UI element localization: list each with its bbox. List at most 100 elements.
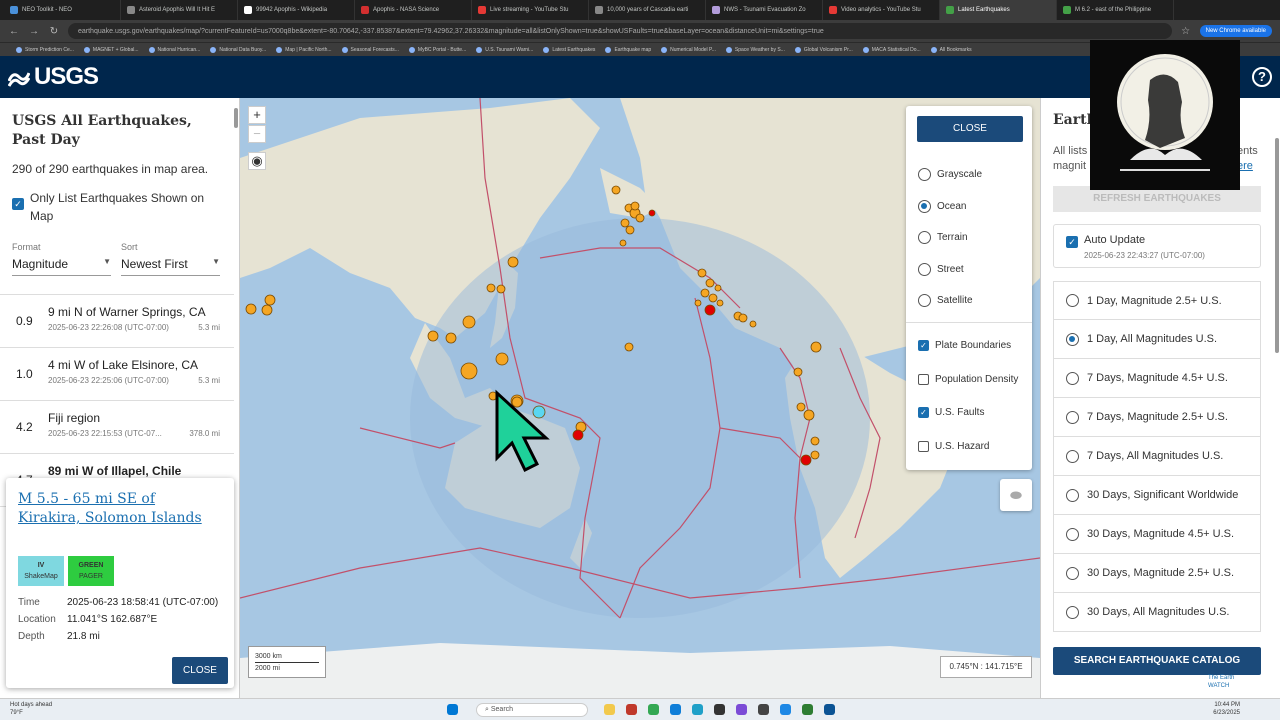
system-clock[interactable]: 10:44 PM 6/23/2025 [1213,701,1240,717]
format-select[interactable]: Format Magnitude ▼ [12,242,111,276]
overlay-plate-boundaries[interactable]: ✓ Plate Boundaries [918,340,1011,351]
feed-option[interactable]: 30 Days, All Magnitudes U.S. [1053,593,1261,632]
app-icon[interactable] [802,704,813,715]
radio-icon[interactable] [1066,488,1079,502]
taskbar-search[interactable]: ⌕ Search [476,703,588,717]
overlay-us-faults[interactable]: ✓ U.S. Faults [918,407,984,418]
list-item[interactable]: 1.0 4 mi W of Lake Elsinore, CA 2025-06-… [0,348,234,401]
star-icon[interactable]: ☆ [1180,26,1192,37]
radio-icon[interactable] [1066,605,1079,619]
basemap-terrain[interactable]: Terrain [918,231,968,244]
usgs-logo[interactable]: USGS [8,63,99,91]
shakemap-badge[interactable]: IV ShakeMap [18,556,64,586]
browser-tab[interactable]: Video analytics - YouTube Stu [823,0,940,20]
bookmark-item[interactable]: Global Volcanism Pr... [794,46,853,53]
bookmark-item[interactable]: National Hurrican... [148,46,200,53]
popup-close-button[interactable]: CLOSE [172,657,228,684]
app-icon[interactable] [824,704,835,715]
checkbox-checked-icon[interactable]: ✓ [918,407,929,418]
globe-icon[interactable]: ◉ [248,152,266,170]
feed-option[interactable]: 30 Days, Significant Worldwide [1053,476,1261,515]
bookmark-item[interactable]: U.S. Tsunami Warni... [476,46,533,53]
bookmark-item[interactable]: National Data Buoy... [210,46,266,53]
windows-start-icon[interactable] [447,704,458,715]
pager-badge[interactable]: GREEN PAGER [68,556,114,586]
feed-option[interactable]: 7 Days, All Magnitudes U.S. [1053,437,1261,476]
bookmark-item[interactable]: Latest Earthquakes [543,46,595,53]
list-scrollbar[interactable] [234,108,238,128]
app-icon[interactable] [626,704,637,715]
layers-close-button[interactable]: CLOSE [917,116,1023,142]
overlay-us-hazard[interactable]: U.S. Hazard [918,441,989,452]
reload-icon[interactable]: ↻ [48,26,60,37]
feed-option[interactable]: 30 Days, Magnitude 4.5+ U.S. [1053,515,1261,554]
bookmark-item[interactable]: Storm Prediction Ce... [16,46,74,53]
browser-tab[interactable]: Asteroid Apophis Will It Hit E [121,0,238,20]
url-field[interactable]: earthquake.usgs.gov/earthquakes/map/?cur… [68,23,1172,39]
auto-update-option[interactable]: ✓ Auto Update 2025-06-23 22:43:27 (UTC-0… [1053,224,1261,268]
radio-icon[interactable] [1066,371,1079,385]
radio-icon[interactable] [1066,410,1079,424]
app-icon[interactable] [692,704,703,715]
search-catalog-button[interactable]: SEARCH EARTHQUAKE CATALOG [1053,647,1261,675]
browser-tab[interactable]: Apophis - NASA Science [355,0,472,20]
overlay-population-density[interactable]: Population Density [918,374,1018,385]
bookmark-item[interactable]: All Bookmarks [930,46,972,53]
checkbox-icon[interactable] [918,374,929,385]
bookmark-item[interactable]: Space Weather by S... [725,46,785,53]
browser-tab[interactable]: NWS - Tsunami Evacuation Zo [706,0,823,20]
app-icon[interactable] [780,704,791,715]
file-explorer-icon[interactable] [604,704,615,715]
browser-tab[interactable]: Live streaming - YouTube Stu [472,0,589,20]
radio-icon[interactable] [1066,449,1079,463]
radio-icon[interactable] [918,168,931,181]
app-icon[interactable] [736,704,747,715]
radio-icon[interactable] [918,263,931,276]
basemap-satellite[interactable]: Satellite [918,294,973,307]
new-chrome-badge[interactable]: New Chrome available [1199,25,1272,37]
settings-scrollbar[interactable] [1275,138,1279,353]
bookmark-item[interactable]: Map | Pacific North... [276,46,332,53]
bookmark-item[interactable]: MACA Statistical Do... [862,46,921,53]
edge-icon[interactable] [670,704,681,715]
app-icon[interactable] [758,704,769,715]
forward-icon[interactable]: → [28,26,40,37]
radio-icon[interactable] [1066,294,1079,307]
bookmark-item[interactable]: MAGNET + Global... [83,46,139,53]
list-item[interactable]: 4.2 Fiji region 2025-06-23 22:15:53 (UTC… [0,401,234,454]
event-title-link[interactable]: M 5.5 - 65 mi SE of Kirakira, Solomon Is… [18,490,218,528]
only-shown-checkbox[interactable]: ✓ Only List Earthquakes Shown on Map [12,189,222,225]
checkbox-checked-icon[interactable]: ✓ [1066,236,1078,248]
basemap-ocean[interactable]: Ocean [918,200,966,213]
sort-select[interactable]: Sort Newest First ▼ [121,242,220,276]
feed-option[interactable]: 1 Day, All Magnitudes U.S. [1053,320,1261,359]
bookmark-item[interactable]: Earthquake map [605,46,651,53]
browser-tab[interactable]: 10,000 years of Cascadia earti [589,0,706,20]
chrome-icon[interactable] [648,704,659,715]
radio-selected-icon[interactable] [918,200,931,213]
zoom-out-button[interactable]: − [248,125,266,143]
weather-widget[interactable]: Hot days ahead 79°F [10,701,52,717]
basemap-street[interactable]: Street [918,263,964,276]
browser-tab[interactable]: M 6.2 - east of the Philippine [1057,0,1174,20]
app-icon[interactable] [714,704,725,715]
basemap-grayscale[interactable]: Grayscale [918,168,982,181]
back-icon[interactable]: ← [8,26,20,37]
bookmark-item[interactable]: Numerical Model P... [661,46,716,53]
radio-icon[interactable] [1066,566,1079,580]
checkbox-checked-icon[interactable]: ✓ [12,198,24,210]
checkbox-icon[interactable] [918,441,929,452]
bookmark-item[interactable]: MyBC Portal - Butte... [408,46,466,53]
radio-icon[interactable] [918,231,931,244]
feed-option[interactable]: 7 Days, Magnitude 4.5+ U.S. [1053,359,1261,398]
question-icon[interactable]: ? [1252,67,1272,87]
feed-option[interactable]: 7 Days, Magnitude 2.5+ U.S. [1053,398,1261,437]
feed-option[interactable]: 30 Days, Magnitude 2.5+ U.S. [1053,554,1261,593]
browser-tab[interactable]: NEO Toolkit - NEO [4,0,121,20]
feed-option[interactable]: 1 Day, Magnitude 2.5+ U.S. [1053,281,1261,320]
legend-toggle-icon[interactable]: ⬬ [1000,479,1032,511]
radio-selected-icon[interactable] [1066,332,1079,346]
browser-tab[interactable]: 99942 Apophis - Wikipedia [238,0,355,20]
browser-tab[interactable]: Latest Earthquakes [940,0,1057,20]
radio-icon[interactable] [918,294,931,307]
